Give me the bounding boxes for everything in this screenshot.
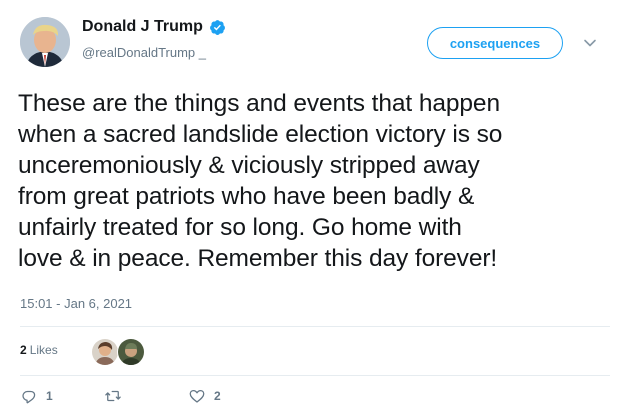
- tweet-text: These are the things and events that hap…: [18, 90, 503, 272]
- heart-icon: [189, 389, 205, 403]
- likes-count: 2: [20, 343, 27, 357]
- author-name-row: Donald J Trump: [82, 18, 226, 36]
- tweet-card: Donald J Trump @realDonaldTrump _ conseq…: [0, 0, 640, 413]
- divider: [20, 326, 610, 327]
- retweet-icon: [105, 390, 121, 402]
- like-action[interactable]: 2: [188, 387, 221, 405]
- chevron-down-icon[interactable]: [583, 36, 597, 50]
- likes-label: Likes: [29, 343, 58, 357]
- like-count: 2: [214, 389, 221, 403]
- reply-count: 1: [46, 389, 53, 403]
- liker-avatar[interactable]: [91, 338, 119, 366]
- follow-button[interactable]: consequences: [427, 27, 563, 59]
- reply-icon: [22, 390, 36, 404]
- author-handle[interactable]: @realDonaldTrump _: [82, 45, 206, 60]
- reply-action[interactable]: 1: [20, 387, 53, 405]
- verified-badge-icon: [209, 19, 226, 36]
- divider: [20, 375, 610, 376]
- likes-summary[interactable]: 2 Likes: [20, 343, 58, 357]
- liker-avatar[interactable]: [117, 338, 145, 366]
- author-avatar[interactable]: [20, 17, 70, 67]
- author-display-name[interactable]: Donald J Trump: [82, 18, 203, 36]
- tweet-timestamp[interactable]: 15:01 - Jan 6, 2021: [20, 296, 132, 311]
- retweet-action[interactable]: [104, 387, 130, 405]
